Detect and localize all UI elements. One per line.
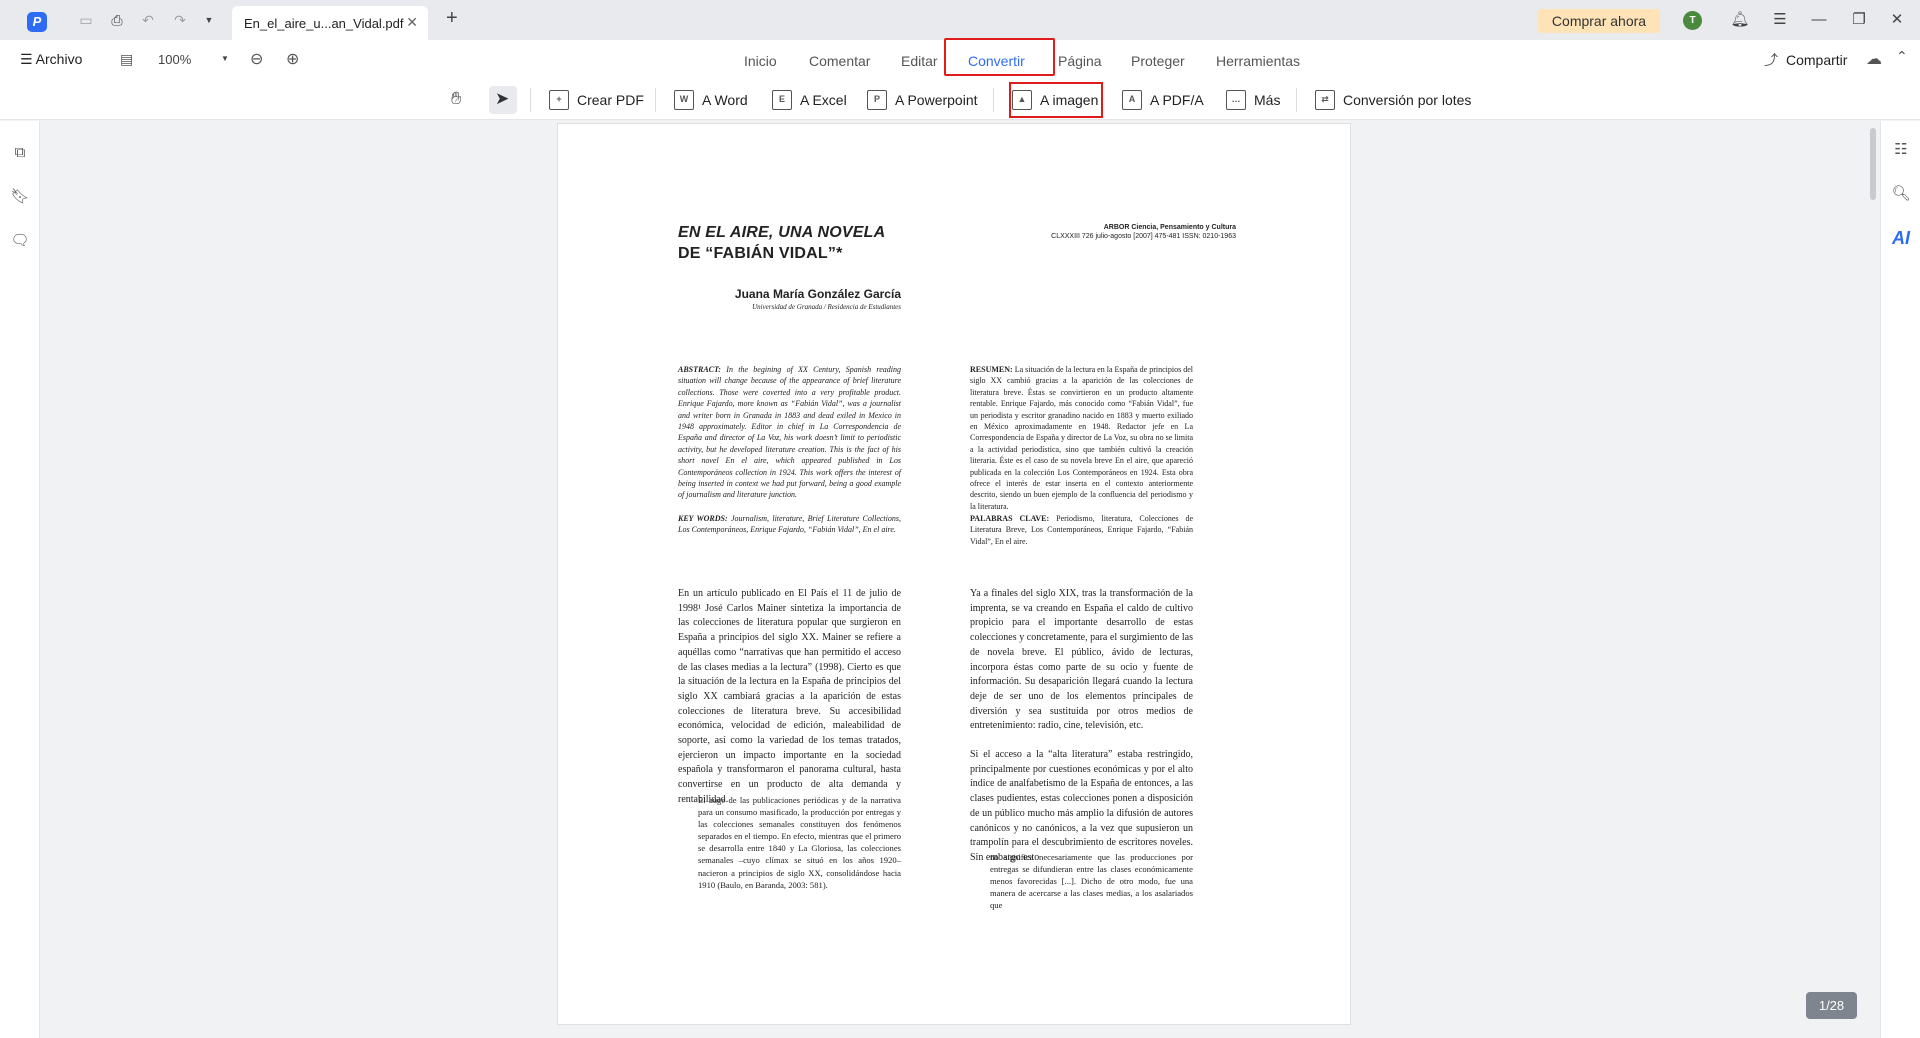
left-sidebar: ⧉ 🔖︎ 🗨︎ — [0, 121, 40, 1038]
ai-assistant-icon[interactable]: AI — [1891, 228, 1911, 248]
tab-comentar[interactable]: Comentar — [809, 53, 870, 69]
collapse-ribbon-icon[interactable]: ⌃ — [1896, 48, 1908, 65]
abstract-spanish: RESUMEN: La situación de la lectura en l… — [970, 364, 1193, 512]
properties-icon[interactable]: ☷ — [1891, 140, 1911, 160]
block-quote-left: El auge de las publicaciones periódicas … — [698, 795, 901, 890]
resumen-text: La situación de la lectura en la España … — [970, 365, 1193, 511]
share-button[interactable]: Compartir — [1786, 52, 1847, 68]
tab-proteger[interactable]: Proteger — [1131, 53, 1185, 69]
zoom-in-icon[interactable]: ⊕ — [286, 49, 299, 69]
mas-label: Más — [1254, 92, 1281, 108]
article-title-line2: DE “FABIÁN VIDAL”* — [678, 245, 843, 262]
palabras-clave-label: PALABRAS CLAVE: — [970, 514, 1050, 523]
vertical-scrollbar[interactable] — [1870, 128, 1876, 200]
buy-now-button[interactable]: Comprar ahora — [1538, 9, 1660, 33]
document-tab[interactable]: En_el_aire_u...an_Vidal.pdf ✕ — [232, 6, 428, 40]
body-right-paragraph-1: Ya a finales del siglo XIX, tras la tran… — [970, 588, 1193, 732]
powerpoint-icon: P — [867, 90, 887, 110]
avatar[interactable]: T — [1683, 11, 1702, 30]
document-tab-title: En_el_aire_u...an_Vidal.pdf — [244, 16, 404, 31]
word-icon: W — [674, 90, 694, 110]
zoom-value[interactable]: 100% — [158, 52, 191, 67]
page-view-icon[interactable]: ▤ — [120, 51, 133, 68]
a-pdfa-button[interactable]: A A PDF/A — [1122, 88, 1204, 112]
share-icon[interactable]: ⤴ — [1764, 50, 1778, 70]
redo-icon[interactable]: ↷ — [171, 11, 189, 29]
journal-info: ARBOR Ciencia, Pensamiento y Cultura CLX… — [1018, 223, 1236, 241]
a-powerpoint-button[interactable]: P A Powerpoint — [867, 88, 978, 112]
abstract-text: In the begining of XX Century, Spanish r… — [678, 365, 902, 500]
tab-herramientas[interactable]: Herramientas — [1216, 53, 1300, 69]
app-logo-icon[interactable]: P — [27, 12, 47, 32]
a-powerpoint-label: A Powerpoint — [895, 92, 978, 108]
select-tool-button[interactable]: ➤ — [489, 86, 517, 114]
excel-icon: E — [772, 90, 792, 110]
pdf-page: EN EL AIRE, UNA NOVELA DE “FABIÁN VIDAL”… — [557, 123, 1351, 1025]
close-window-icon[interactable]: ✕ — [1886, 9, 1908, 31]
a-word-button[interactable]: W A Word — [674, 88, 748, 112]
create-pdf-icon: + — [549, 90, 569, 110]
batch-convert-icon: ⇄ — [1315, 90, 1335, 110]
body-right-paragraph-2: Si el acceso a la “alta literatura” esta… — [970, 749, 1193, 863]
close-tab-icon[interactable]: ✕ — [406, 14, 418, 31]
a-pdfa-label: A PDF/A — [1150, 92, 1204, 108]
archivo-menu[interactable]: ☰ Archivo — [20, 51, 82, 68]
new-tab-icon[interactable]: + — [446, 8, 458, 28]
body-right-column: Ya a finales del siglo XIX, tras la tran… — [970, 587, 1193, 866]
body-left-column: En un artículo publicado en El País el 1… — [678, 588, 901, 805]
keywords-english: KEY WORDS: Journalism, literature, Brief… — [678, 513, 901, 536]
tab-convertir-highlight — [944, 38, 1055, 76]
title-bar: P ▭ ⎙ ↶ ↷ ▼ En_el_aire_u...an_Vidal.pdf … — [0, 0, 1920, 40]
cloud-upload-icon[interactable]: ☁ — [1866, 49, 1882, 69]
crear-pdf-label: Crear PDF — [577, 92, 644, 108]
author-name: Juana María González García — [734, 287, 901, 301]
journal-issue: CLXXXIII 726 julio-agosto [2007] 475-481… — [1051, 233, 1236, 240]
a-word-label: A Word — [702, 92, 748, 108]
quick-access-dropdown-icon[interactable]: ▼ — [200, 11, 218, 29]
keywords-spanish: PALABRAS CLAVE: Periodismo, literatura, … — [970, 513, 1193, 547]
abstract-label: ABSTRACT: — [678, 365, 721, 374]
keywords-label: KEY WORDS: — [678, 514, 728, 523]
right-sidebar: ☷ 🔍︎ AI — [1880, 121, 1920, 1038]
author-affiliation: Universidad de Granada / Residencia de E… — [752, 303, 901, 311]
zoom-out-icon[interactable]: ⊖ — [250, 49, 263, 69]
hamburger-menu-icon[interactable]: ☰ — [1769, 9, 1791, 31]
bell-icon[interactable]: 🔔︎ — [1729, 9, 1751, 31]
block-quote-right: no significa necesariamente que las prod… — [990, 852, 1193, 911]
thumbnails-icon[interactable]: ⧉ — [10, 143, 30, 163]
mas-button[interactable]: … Más — [1226, 88, 1280, 112]
conversion-por-lotes-button[interactable]: ⇄ Conversión por lotes — [1315, 88, 1471, 112]
tab-inicio[interactable]: Inicio — [744, 53, 777, 69]
hand-tool-icon[interactable]: ✋︎ — [451, 88, 461, 109]
crear-pdf-button[interactable]: + Crear PDF — [549, 88, 644, 112]
article-title-line1: EN EL AIRE, UNA NOVELA — [678, 224, 886, 241]
zoom-dropdown-icon[interactable]: ▼ — [221, 54, 229, 63]
conversion-por-lotes-label: Conversión por lotes — [1343, 92, 1472, 108]
page-indicator: 1/28 — [1806, 992, 1857, 1019]
pdfa-icon: A — [1122, 90, 1142, 110]
tab-editar[interactable]: Editar — [901, 53, 938, 69]
undo-icon[interactable]: ↶ — [139, 11, 157, 29]
abstract-english: ABSTRACT: In the begining of XX Century,… — [678, 364, 901, 501]
hamburger-icon: ☰ — [20, 51, 36, 67]
tab-pagina[interactable]: Página — [1058, 53, 1102, 69]
print-icon[interactable]: ⎙ — [108, 11, 126, 29]
convert-toolbar: ✋︎ + Crear PDF W A Word E A Excel P A Po… — [0, 80, 1920, 120]
a-excel-label: A Excel — [800, 92, 847, 108]
a-imagen-highlight — [1009, 82, 1103, 118]
article-title: EN EL AIRE, UNA NOVELA DE “FABIÁN VIDAL”… — [678, 222, 908, 264]
journal-name: ARBOR Ciencia, Pensamiento y Cultura — [1103, 224, 1236, 231]
save-icon[interactable]: ▭ — [77, 11, 95, 29]
minimize-icon[interactable]: — — [1808, 9, 1830, 31]
comments-icon[interactable]: 🗨︎ — [10, 231, 30, 251]
more-icon: … — [1226, 90, 1246, 110]
archivo-label: Archivo — [35, 51, 83, 67]
bookmark-icon[interactable]: 🔖︎ — [10, 187, 30, 207]
cursor-arrow-icon: ➤ — [495, 89, 510, 108]
a-excel-button[interactable]: E A Excel — [772, 88, 847, 112]
restore-icon[interactable]: ❐ — [1848, 9, 1870, 31]
resumen-label: RESUMEN: — [970, 365, 1013, 374]
search-icon[interactable]: 🔍︎ — [1891, 184, 1911, 204]
